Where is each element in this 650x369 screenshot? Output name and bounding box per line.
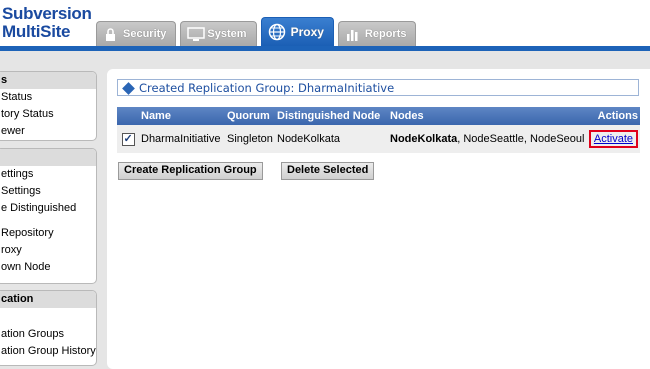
header: Subversion MultiSite Security System Pro…: [0, 0, 650, 46]
app-logo: Subversion MultiSite: [2, 5, 92, 41]
nodes-others: , NodeSeattle, NodeSeoul: [457, 133, 585, 145]
sidebar-group-heading: s: [0, 72, 96, 89]
column-header-nodes[interactable]: Nodes: [388, 107, 587, 125]
tab-reports-label: Reports: [364, 28, 407, 40]
main-tabs: Security System Proxy Reports: [96, 17, 420, 46]
cell-actions: Activate: [586, 125, 640, 153]
delete-selected-button[interactable]: Delete Selected: [281, 162, 375, 180]
tab-security[interactable]: Security: [96, 21, 177, 46]
activate-link[interactable]: Activate: [588, 130, 638, 148]
sidebar-item-replication-group-history[interactable]: ation Group History: [0, 343, 96, 360]
bar-chart-icon: [345, 27, 360, 42]
sidebar-group-replication: cation ation Groups ation Group History: [0, 290, 97, 366]
tab-system[interactable]: System: [180, 21, 257, 46]
cell-distinguished-node: NodeKolkata: [275, 125, 388, 153]
cell-name: DharmaInitiative: [139, 125, 225, 153]
tab-reports[interactable]: Reports: [337, 21, 417, 46]
nodes-distinguished: NodeKolkata: [390, 133, 458, 145]
column-header-name[interactable]: Name: [139, 107, 225, 125]
replication-groups-table: Name Quorum Distinguished Node Nodes Act…: [117, 107, 640, 153]
sidebar-item-repository[interactable]: Repository: [0, 225, 96, 242]
logo-line-2: MultiSite: [2, 22, 71, 41]
sidebar-item-replication-groups[interactable]: ation Groups: [0, 326, 96, 343]
logo-line-1: Subversion: [2, 4, 92, 23]
monitor-icon: [187, 26, 206, 42]
tab-proxy-label: Proxy: [290, 25, 324, 39]
sidebar-group-settings: ettings Settings e Distinguished Reposit…: [0, 148, 97, 284]
tab-security-label: Security: [123, 28, 167, 40]
main-panel: Created Replication Group: DharmaInitiat…: [107, 69, 650, 369]
sidebar-group-heading: cation: [0, 291, 96, 308]
select-column-header: [117, 107, 139, 125]
sidebar-item-settings[interactable]: ettings: [0, 166, 96, 183]
cell-nodes: NodeKolkata, NodeSeattle, NodeSeoul: [388, 125, 587, 153]
table-header-row: Name Quorum Distinguished Node Nodes Act…: [117, 107, 640, 125]
create-replication-group-button[interactable]: Create Replication Group: [118, 162, 263, 180]
column-header-distinguished-node[interactable]: Distinguished Node: [275, 107, 388, 125]
table-row: DharmaInitiative Singleton NodeKolkata N…: [117, 125, 640, 153]
status-message: Created Replication Group: DharmaInitiat…: [117, 79, 639, 96]
sidebar-group-heading: [0, 149, 96, 166]
column-header-quorum[interactable]: Quorum: [225, 107, 275, 125]
sidebar-item-history-status[interactable]: tory Status: [0, 106, 96, 123]
tab-proxy[interactable]: Proxy: [260, 17, 334, 46]
sidebar-item-settings-2[interactable]: Settings: [0, 183, 96, 200]
sidebar-item-distinguished[interactable]: e Distinguished: [0, 200, 96, 217]
sidebar-item-proxy[interactable]: roxy: [0, 242, 96, 259]
lock-icon: [103, 27, 118, 42]
sidebar-item-known-node[interactable]: own Node: [0, 259, 96, 276]
cell-quorum: Singleton: [225, 125, 275, 153]
column-header-actions: Actions: [586, 107, 640, 125]
sidebar-item-viewer[interactable]: ewer: [0, 123, 96, 140]
globe-icon: [268, 23, 286, 41]
row-select-checkbox[interactable]: [121, 132, 135, 146]
sidebar-group-monitoring: s Status tory Status ewer: [0, 71, 97, 141]
tab-system-label: System: [207, 28, 247, 40]
info-icon: [122, 81, 135, 95]
status-message-text: Created Replication Group: DharmaInitiat…: [139, 81, 395, 95]
sidebar-item-status[interactable]: Status: [0, 89, 96, 106]
